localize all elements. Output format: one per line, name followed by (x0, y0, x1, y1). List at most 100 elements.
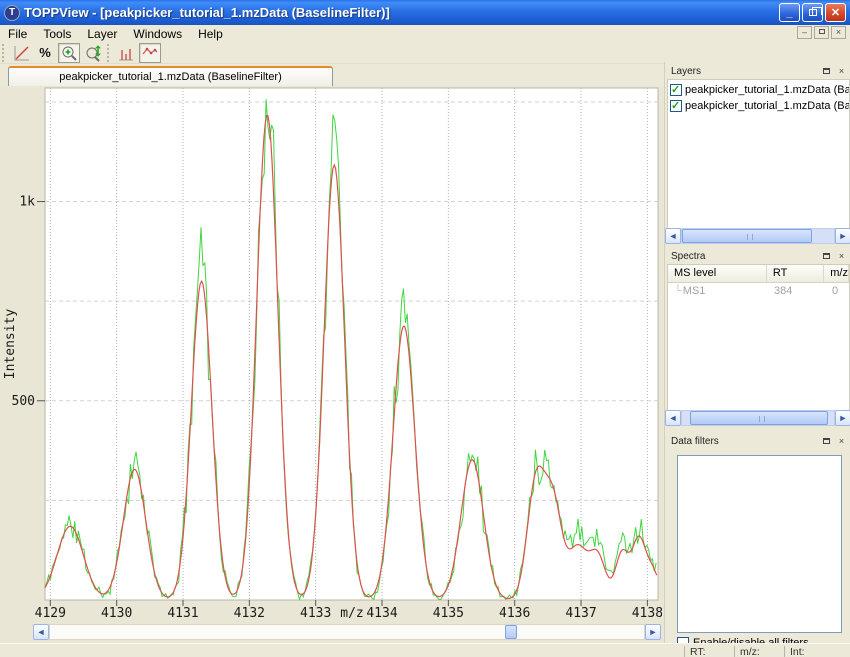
status-rt: RT: (684, 646, 732, 657)
raw-data-view-button[interactable] (139, 43, 161, 63)
data-filters-panel-header[interactable]: Data filters × (665, 434, 850, 449)
measure-mode-button[interactable] (82, 43, 104, 63)
svg-text:4132: 4132 (234, 606, 265, 621)
toolbar-grip[interactable] (107, 44, 112, 62)
magnifier-zoom-icon (60, 44, 78, 62)
app-icon: T (4, 5, 20, 21)
peaks-view-button[interactable] (115, 43, 137, 63)
float-icon (823, 68, 830, 74)
mdi-child-buttons: – × (797, 26, 846, 39)
layers-close-button[interactable]: × (836, 66, 847, 77)
svg-text:4138: 4138 (632, 606, 662, 621)
svg-text:4133: 4133 (300, 606, 331, 621)
scroll-right-icon[interactable]: ► (645, 624, 661, 640)
spectra-float-button[interactable] (821, 251, 832, 262)
zoom-mode-button[interactable] (58, 43, 80, 63)
svg-text:4129: 4129 (35, 606, 66, 621)
toolbar: % (0, 42, 850, 64)
menu-windows[interactable]: Windows (125, 26, 190, 42)
svg-text:4130: 4130 (101, 606, 132, 621)
status-bar: RT: m/z: Int: (0, 643, 850, 657)
restore-icon (809, 9, 817, 16)
column-ms-level[interactable]: MS level (668, 265, 767, 282)
spectrum-rt: 384 (768, 283, 826, 300)
plot-scroll-track[interactable] (49, 624, 645, 640)
scroll-left-icon[interactable]: ◄ (665, 228, 681, 244)
menu-layer[interactable]: Layer (79, 26, 125, 42)
tab-bar: peakpicker_tutorial_1.mzData (BaselineFi… (0, 64, 664, 86)
layers-float-button[interactable] (821, 66, 832, 77)
layer-item[interactable]: peakpicker_tutorial_1.mzData (BaselineFi… (668, 98, 849, 114)
layer-checkbox[interactable] (670, 100, 682, 112)
spectrum-plot[interactable]: 4129413041314132413341344135413641374138… (0, 86, 662, 624)
close-button[interactable]: ✕ (825, 3, 846, 22)
dock-panel-area: Layers × peakpicker_tutorial_1.mzData (B… (664, 62, 850, 643)
spectra-scroll-thumb[interactable] (690, 411, 828, 425)
layer-checkbox[interactable] (670, 84, 682, 96)
tree-branch-icon: └ (674, 285, 682, 297)
mdi-close-button[interactable]: × (831, 26, 846, 39)
svg-text:m/z: m/z (340, 606, 363, 621)
plot-scroll-thumb[interactable] (505, 625, 517, 639)
menu-bar: File Tools Layer Windows Help – × (0, 25, 850, 42)
spectra-close-button[interactable]: × (836, 251, 847, 262)
column-mz[interactable]: m/z (824, 265, 849, 282)
scroll-right-icon[interactable]: ► (835, 410, 850, 426)
spectra-table: MS level RT m/z └MS1 384 0 (667, 264, 850, 414)
layers-scrollbar[interactable]: ◄ ► (665, 228, 850, 244)
spectrum-ms-level: MS1 (683, 285, 706, 297)
svg-text:4135: 4135 (433, 606, 464, 621)
scroll-right-icon[interactable]: ► (835, 228, 850, 244)
minimize-button[interactable]: _ (779, 3, 800, 22)
spectra-scrollbar[interactable]: ◄ ► (665, 410, 850, 426)
filters-float-button[interactable] (821, 436, 832, 447)
grip-icon (759, 416, 765, 422)
float-icon (823, 253, 830, 259)
spectra-panel-header[interactable]: Spectra × (665, 249, 850, 264)
menu-file[interactable]: File (0, 26, 35, 42)
window-title: TOPPView - [peakpicker_tutorial_1.mzData… (24, 5, 777, 20)
mdi-restore-button[interactable] (814, 26, 829, 39)
plot-horizontal-scrollbar[interactable]: ◄ ► (33, 624, 661, 640)
spectrum-canvas[interactable]: 4129413041314132413341344135413641374138… (0, 86, 664, 643)
data-filters-panel-title: Data filters (671, 436, 719, 447)
svg-text:4134: 4134 (366, 606, 397, 621)
peaks-bars-icon (117, 44, 135, 62)
tab-spectrum-file[interactable]: peakpicker_tutorial_1.mzData (BaselineFi… (8, 66, 333, 86)
column-rt[interactable]: RT (767, 265, 824, 282)
toolbar-grip[interactable] (2, 44, 7, 62)
layers-scroll-thumb[interactable] (682, 229, 812, 243)
mdi-minimize-button[interactable]: – (797, 26, 812, 39)
spectra-table-header[interactable]: MS level RT m/z (668, 265, 849, 283)
spectrum-mz: 0 (826, 283, 849, 300)
reset-zoom-button[interactable] (10, 43, 32, 63)
svg-text:4137: 4137 (565, 606, 596, 621)
scroll-left-icon[interactable]: ◄ (665, 410, 681, 426)
svg-text:500: 500 (12, 394, 35, 409)
svg-text:1k: 1k (19, 195, 35, 210)
filters-close-button[interactable]: × (836, 436, 847, 447)
layers-scroll-track[interactable] (681, 228, 835, 244)
svg-text:4136: 4136 (499, 606, 530, 621)
spectrum-row[interactable]: └MS1 384 0 (668, 283, 849, 300)
magnifier-arrows-icon (84, 44, 102, 62)
layer-item[interactable]: peakpicker_tutorial_1.mzData (BaselineFi… (668, 82, 849, 98)
grip-icon (747, 234, 753, 240)
title-bar[interactable]: T TOPPView - [peakpicker_tutorial_1.mzDa… (0, 0, 850, 25)
layers-panel-title: Layers (671, 66, 701, 77)
reset-zoom-icon (12, 44, 30, 62)
percent-icon: % (39, 45, 51, 60)
data-filters-list[interactable] (677, 455, 842, 633)
float-icon (823, 438, 830, 444)
layers-panel-header[interactable]: Layers × (665, 64, 850, 79)
raw-line-icon (141, 44, 159, 62)
restore-button[interactable] (802, 3, 823, 22)
layer-label: peakpicker_tutorial_1.mzData (BaselineFi… (685, 84, 850, 96)
app-window: T TOPPView - [peakpicker_tutorial_1.mzDa… (0, 0, 850, 657)
intensity-percentage-button[interactable]: % (34, 43, 56, 63)
mdi-restore-icon (819, 29, 825, 34)
menu-tools[interactable]: Tools (35, 26, 79, 42)
spectra-scroll-track[interactable] (681, 410, 835, 426)
menu-help[interactable]: Help (190, 26, 231, 42)
scroll-left-icon[interactable]: ◄ (33, 624, 49, 640)
